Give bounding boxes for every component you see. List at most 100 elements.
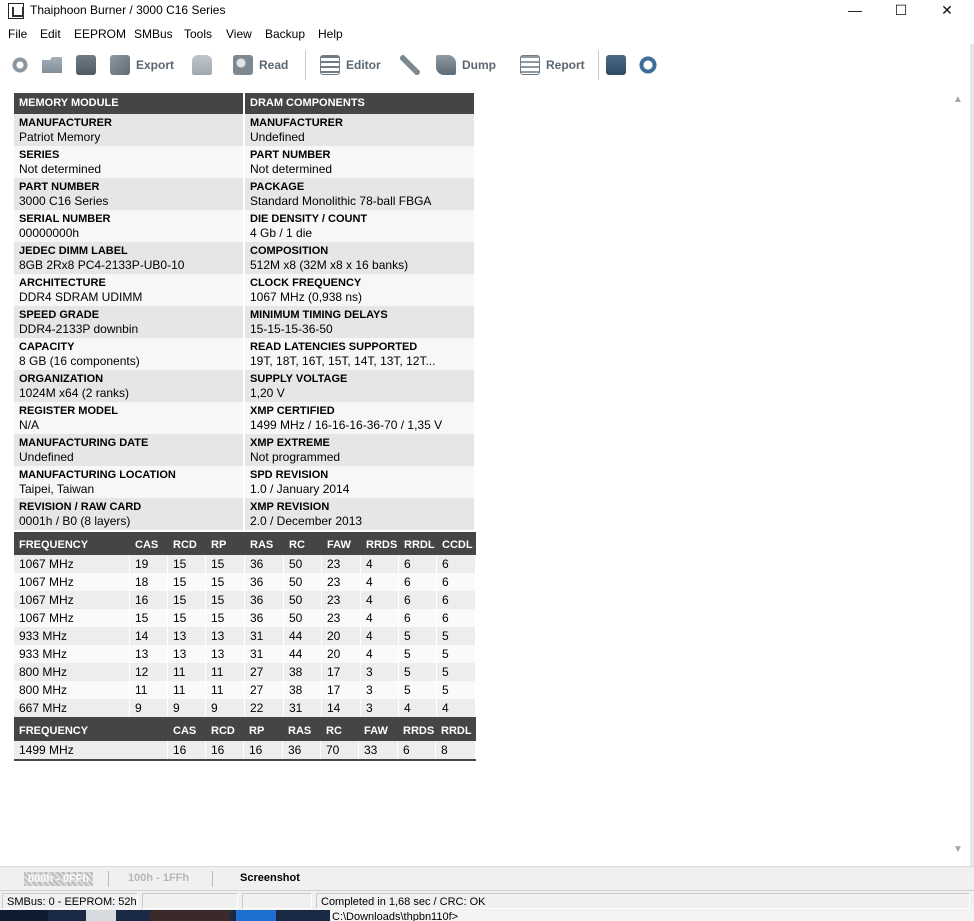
timing-row: 1067 MHz 19 15 15 36 50 23 4 6 6 (14, 555, 476, 573)
module-info-row: MANUFACTURING LOCATION Taipei, Taiwan SPD … (14, 466, 476, 498)
module-field: PART NUMBER 3000 C16 Series (14, 178, 243, 210)
jedec-timings-table: FREQUENCY CAS RCD RP RAS RC FAW RRDS RRDL CCDL 106… (14, 532, 476, 719)
vertical-scrollbar[interactable]: ▲ ▼ (948, 88, 968, 864)
dump-button[interactable]: Dump (436, 53, 496, 77)
timing-cell: 15 (206, 573, 245, 591)
lock-button[interactable] (192, 53, 218, 77)
console-path: C:\Downloads\thpbn110f> (330, 910, 974, 921)
field-value: 512M x8 (32M x8 x 16 banks) (250, 258, 409, 272)
timing-row: 667 MHz 9 9 9 22 31 14 3 4 4 (14, 699, 476, 717)
timing-cell: 933 MHz (14, 627, 130, 645)
module-info-table: MEMORY MODULE DRAM COMPONENTS MANUFACTUR… (14, 93, 476, 530)
field-value: Standard Monolithic 78-ball FBGA (250, 194, 432, 208)
menu-eeprom[interactable]: EEPROM (74, 27, 126, 41)
title-bar: Thaiphoon Burner / 3000 C16 Series — ☐ ✕ (0, 0, 974, 22)
timing-cell: 8 (436, 741, 476, 759)
timing-row: 800 MHz 12 11 11 27 38 17 3 5 5 (14, 663, 476, 681)
taskbar-item[interactable] (86, 910, 116, 921)
field-value: 0001h / B0 (8 layers) (19, 514, 131, 528)
report-button[interactable]: Report (520, 53, 585, 77)
field-value: Taipei, Taiwan (19, 482, 95, 496)
module-info-row: PART NUMBER 3000 C16 Series PACKAGE Standar… (14, 178, 476, 210)
tab-screenshot[interactable]: Screenshot (240, 872, 300, 884)
module-field: REVISION / RAW CARD 0001h / B0 (8 layers) (14, 498, 243, 530)
open-button[interactable] (42, 53, 68, 77)
timing-column-header: RP (249, 724, 265, 737)
timing-cell: 5 (399, 627, 437, 645)
floppy-disk-icon (76, 55, 96, 75)
gears-icon (10, 55, 30, 75)
scroll-down-icon[interactable]: ▼ (948, 844, 968, 860)
dram-field: XMP EXTREME Not programmed (245, 434, 474, 466)
timing-row: 1067 MHz 15 15 15 36 50 23 4 6 6 (14, 609, 476, 627)
close-button[interactable]: ✕ (924, 0, 970, 22)
timing-cell: 14 (322, 699, 361, 717)
module-field: SPEED GRADE DDR4-2133P downbin (14, 306, 243, 338)
export-label: Export (136, 58, 175, 72)
menu-file[interactable]: File (8, 27, 27, 41)
tools-button[interactable] (400, 53, 426, 77)
module-info-row: ARCHITECTURE DDR4 SDRAM UDIMM CLOCK FREQUE… (14, 274, 476, 306)
timing-column-header: FAW (364, 724, 388, 737)
timing-cell: 36 (245, 555, 284, 573)
timing-cell: 6 (437, 573, 476, 591)
menu-help[interactable]: Help (318, 27, 343, 41)
refresh-button[interactable] (638, 53, 664, 77)
timing-cell: 16 (168, 741, 206, 759)
minimize-button[interactable]: — (832, 0, 878, 22)
menu-view[interactable]: View (226, 27, 252, 41)
timing-cell: 44 (284, 627, 322, 645)
settings-button[interactable] (10, 53, 36, 77)
field-value: DDR4 SDRAM UDIMM (19, 290, 143, 304)
timing-cell: 6 (437, 555, 476, 573)
timing-cell: 5 (437, 663, 476, 681)
module-field: MANUFACTURING DATE Undefined (14, 434, 243, 466)
export-button[interactable]: Export (110, 53, 174, 77)
timing-cell: 4 (361, 609, 399, 627)
tab-000h-0ffh[interactable]: 000h - 0FFh (24, 872, 94, 886)
field-value: DDR4-2133P downbin (19, 322, 139, 336)
timing-cell: 15 (206, 555, 245, 573)
screenshot-button[interactable] (606, 53, 632, 77)
field-label: MANUFACTURING DATE (19, 437, 149, 449)
field-value: Not programmed (250, 450, 341, 464)
timing-cell: 16 (206, 741, 244, 759)
timing-cell: 36 (245, 609, 284, 627)
timing-cell: 1067 MHz (14, 591, 130, 609)
field-label: JEDEC DIMM LABEL (19, 245, 128, 257)
dram-field: PACKAGE Standard Monolithic 78-ball FBGA (245, 178, 474, 210)
save-button[interactable] (76, 53, 102, 77)
maximize-button[interactable]: ☐ (878, 0, 924, 22)
field-label: MANUFACTURER (19, 117, 112, 129)
read-button[interactable]: Read (233, 53, 288, 77)
taskbar-item[interactable] (150, 910, 230, 921)
toolbar-separator (598, 50, 599, 80)
editor-button[interactable]: Editor (320, 53, 381, 77)
timing-cell: 6 (399, 609, 437, 627)
scroll-up-icon[interactable]: ▲ (948, 94, 968, 110)
timing-column-header: RC (289, 538, 305, 551)
field-label: REVISION / RAW CARD (19, 501, 142, 513)
timing-cell: 15 (130, 609, 168, 627)
timing-cell: 3 (361, 699, 399, 717)
timing-cell: 16 (130, 591, 168, 609)
menu-smbus[interactable]: SMBus (134, 27, 173, 41)
timing-cell: 36 (245, 591, 284, 609)
timing-column-header: FREQUENCY (19, 724, 89, 737)
timing-cell: 11 (130, 681, 168, 699)
timing-cell: 5 (399, 663, 437, 681)
tab-100h-1ffh[interactable]: 100h - 1FFh (128, 872, 189, 884)
timing-cell: 933 MHz (14, 645, 130, 663)
timing-cell: 13 (206, 645, 245, 663)
menu-backup[interactable]: Backup (265, 27, 305, 41)
menu-tools[interactable]: Tools (184, 27, 212, 41)
module-field: REGISTER MODEL N/A (14, 402, 243, 434)
taskbar-item[interactable] (0, 910, 48, 921)
timing-cell: 13 (168, 627, 206, 645)
field-value: 19T, 18T, 16T, 15T, 14T, 13T, 12T... (250, 354, 436, 368)
timing-cell: 667 MHz (14, 699, 130, 717)
taskbar-item[interactable] (236, 910, 276, 921)
timing-row: 933 MHz 13 13 13 31 44 20 4 5 5 (14, 645, 476, 663)
module-info-row: JEDEC DIMM LABEL 8GB 2Rx8 PC4-2133P-UB0-1… (14, 242, 476, 274)
menu-edit[interactable]: Edit (40, 27, 61, 41)
